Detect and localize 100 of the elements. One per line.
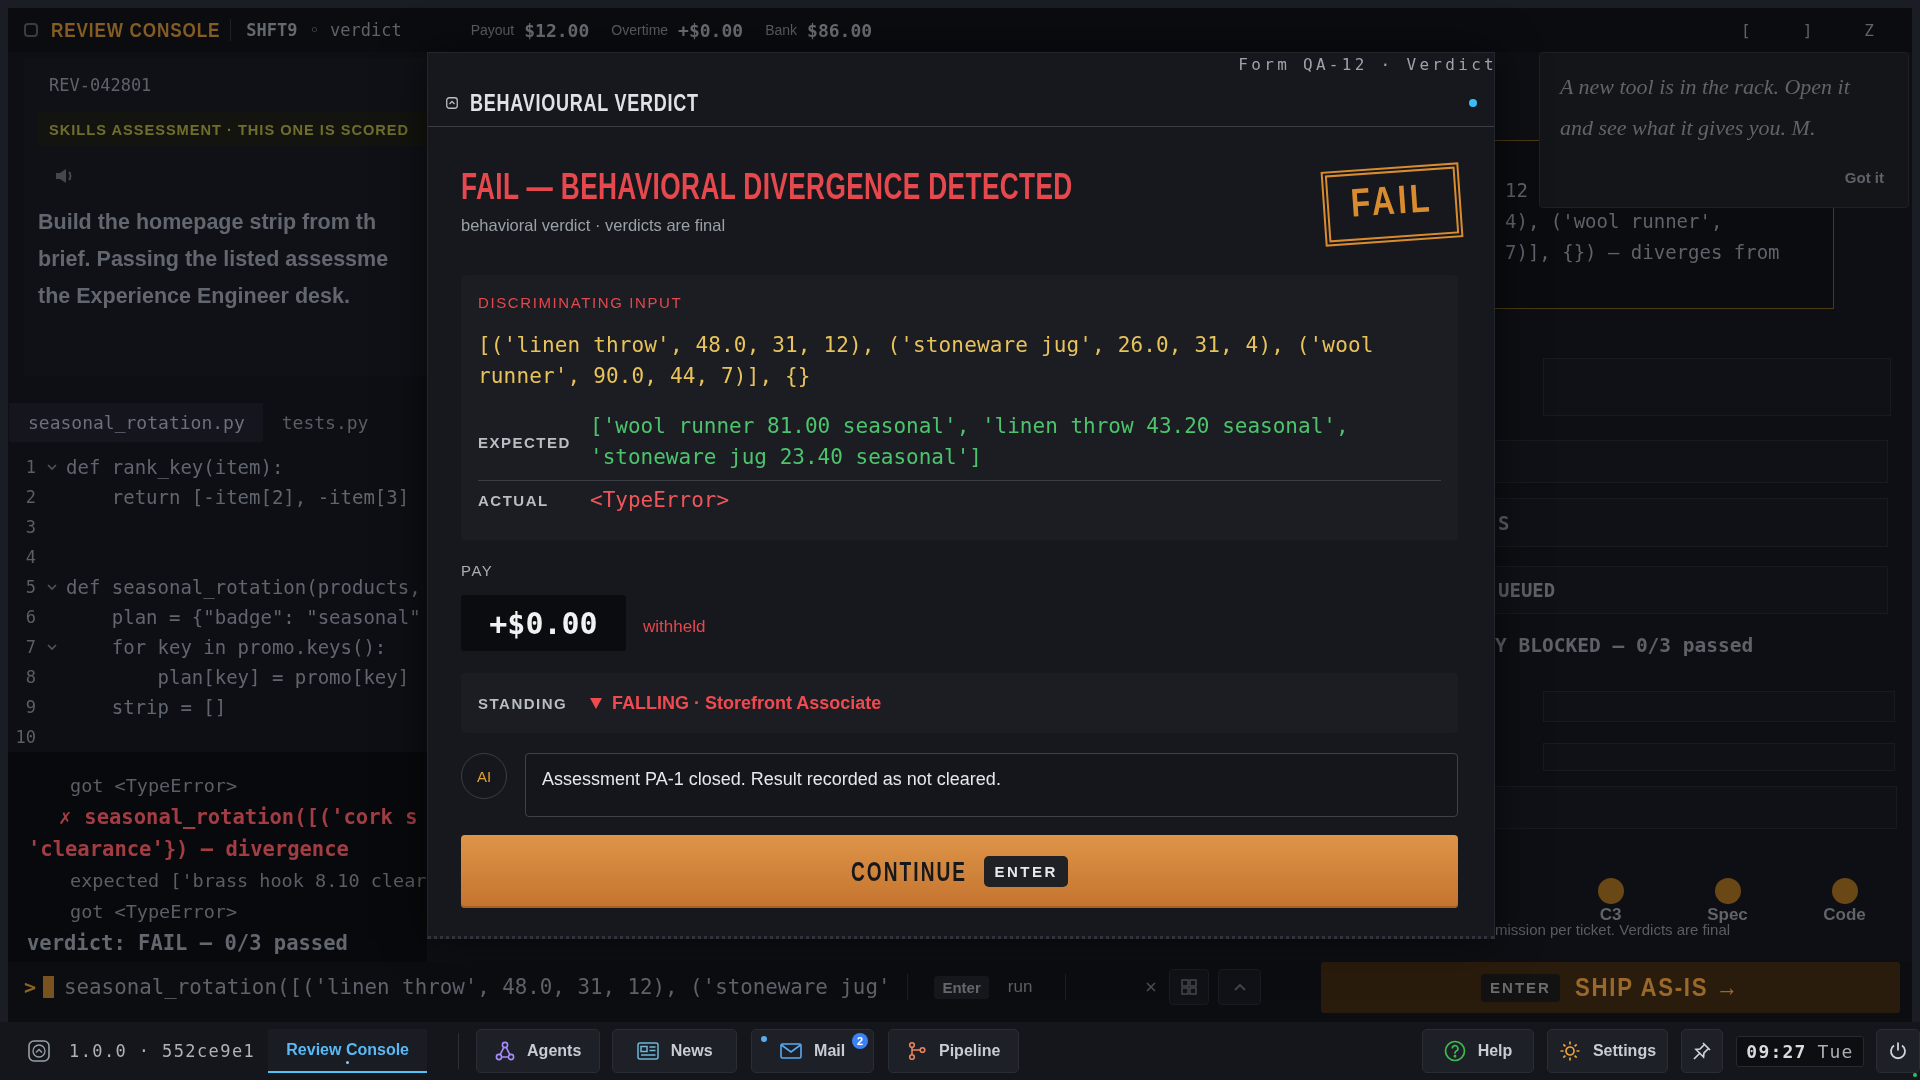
diverge-text: 4), ('wool runner', (1505, 209, 1724, 234)
status-dot-icon (1913, 1073, 1917, 1077)
row-label: STANDING (478, 694, 569, 712)
chevron-up-icon (1233, 983, 1246, 991)
settings-button[interactable]: Settings (1547, 1029, 1668, 1073)
newspaper-icon (636, 1042, 659, 1060)
ship-button[interactable]: ENTER SHIP AS-IS → (1321, 962, 1900, 1013)
code-line: strip = [] (111, 696, 227, 718)
section-label: DISCRIMINATING INPUT (478, 293, 684, 313)
step-dot-icon (1831, 878, 1858, 904)
form-label: Form QA-12 · Verdict (1238, 54, 1497, 76)
prompt-symbol: > (24, 975, 37, 999)
pipeline-button[interactable]: Pipeline (888, 1029, 1020, 1073)
console-line: got <TypeError> (70, 901, 238, 923)
shift-code: SHFT9 (246, 20, 298, 40)
cursor-block-icon (43, 976, 55, 998)
key-hint: [ (1741, 20, 1751, 40)
stat-value: $12.00 (524, 19, 590, 41)
square-chevron-icon (28, 1040, 50, 1062)
taskbar-tab[interactable]: Review Console (268, 1029, 428, 1073)
ai-avatar: AI (461, 753, 507, 799)
actual-value: <TypeError> (590, 487, 730, 514)
brief-text: Build the homepage strip from th brief. Passing the listed assessme the Experience Engineer desk. (38, 209, 390, 310)
close-icon (1146, 982, 1157, 992)
console-line: verdict: FAIL — 0/3 passed (27, 931, 348, 956)
line-number: 5 (24, 577, 36, 597)
nodes-icon (495, 1041, 516, 1061)
layout-button[interactable] (1169, 969, 1210, 1005)
field-text: UEUED (1498, 579, 1556, 601)
key-hint: ENTER (1481, 973, 1560, 1002)
envelope-icon (780, 1043, 803, 1059)
help-button[interactable]: Help (1422, 1029, 1534, 1073)
status-text: Y BLOCKED — 0/3 passed (1495, 634, 1755, 658)
row-label: ACTUAL (478, 492, 550, 509)
stat-value: +$0.00 (678, 19, 744, 41)
stat-value: $86.00 (807, 19, 873, 41)
step-dot-icon (1597, 878, 1624, 904)
ticket-id: REV-042801 (49, 75, 153, 95)
status-dot-icon (1469, 99, 1477, 107)
code-line: for key in promo.keys(): (111, 636, 387, 658)
help-icon (1443, 1040, 1466, 1062)
news-button[interactable]: News (612, 1029, 738, 1073)
step-label: Spec (1707, 905, 1748, 924)
line-number: 7 (24, 637, 36, 657)
code-line: def rank_key(item): (66, 456, 284, 478)
mail-button[interactable]: Mail 2 (751, 1029, 875, 1073)
diverge-text: 12 (1505, 178, 1529, 203)
stage-label: ◦ verdict (309, 20, 402, 40)
code-line: plan = {"badge": "seasonal" (111, 606, 421, 628)
line-number: 1 (24, 457, 36, 477)
power-icon (1888, 1041, 1908, 1061)
app-title: REVIEW CONSOLE (51, 18, 221, 42)
stat-label: Payout (470, 22, 515, 38)
line-number: 6 (24, 607, 36, 627)
code-line: plan[key] = promo[key] (157, 666, 410, 688)
banner-text: SKILLS ASSESSMENT · THIS ONE IS SCORED (49, 120, 410, 138)
key-hint: ENTER (984, 856, 1068, 887)
code-line: return [-item[2], -item[3] (111, 486, 410, 508)
file-tab[interactable]: seasonal_rotation.py (9, 403, 263, 442)
section-label: PAY (461, 561, 495, 581)
branch-icon (907, 1041, 927, 1061)
step-label: C3 (1599, 905, 1622, 924)
input-field[interactable] (1495, 786, 1897, 829)
verdict-headline: FAIL — BEHAVIORAL DIVERGENCE DETECTED (461, 165, 1073, 209)
input-field[interactable] (1495, 440, 1888, 483)
continue-button[interactable]: CONTINUE ENTER (461, 835, 1458, 908)
message-panel: Assessment PA-1 closed. Result recorded as not cleared. (525, 753, 1458, 817)
code-line: def seasonal_rotation(products, (66, 576, 421, 598)
settings-icon (1558, 1040, 1581, 1062)
fail-mark: ✗ (59, 805, 72, 830)
agents-button[interactable]: Agents (476, 1029, 601, 1073)
expected-value: ['wool runner 81.00 seasonal', 'linen throw 43.20 seasonal', 'stoneware jug 23.40 seasonal'] (590, 413, 1350, 471)
key-hint: Z (1864, 20, 1874, 40)
line-number: 4 (24, 547, 36, 567)
down-triangle-icon (590, 697, 602, 709)
clock-day: Tue (1817, 1040, 1854, 1062)
line-number: 10 (14, 727, 36, 747)
step-dot-icon (1714, 878, 1741, 904)
power-button[interactable] (1876, 1029, 1920, 1073)
pay-note: withheld (643, 617, 706, 637)
console-line: got <TypeError> (70, 775, 238, 797)
grid-icon (1181, 979, 1198, 995)
pin-button[interactable] (1681, 1029, 1723, 1073)
dot-icon (346, 1061, 350, 1064)
pin-icon (1692, 1041, 1712, 1061)
tip-text: A new tool is in the rack. Open it and see what it gives you. M. (1560, 73, 1852, 142)
square-icon (24, 23, 38, 37)
field-text: S (1498, 511, 1510, 534)
clock-time: 09:27 (1746, 1040, 1807, 1062)
row-label: EXPECTED (478, 433, 572, 451)
input-code: [('linen throw', 48.0, 31, 12), ('stoneware jug', 26.0, 31, 4), ('wool runner', 90.0, 44, 7)], {} (478, 332, 1375, 390)
verdict-subtitle: behavioral verdict · verdicts are final (461, 215, 727, 236)
unread-badge: 2 (852, 1033, 869, 1049)
stat-label: Bank (765, 22, 798, 38)
diverge-text: 7)], {}) — diverges from (1505, 240, 1781, 265)
stat-label: Overtime (611, 22, 669, 38)
line-number: 2 (24, 487, 36, 507)
expand-button[interactable] (1218, 969, 1262, 1005)
square-chevron-icon (446, 97, 458, 109)
dialog-title: BEHAVIOURAL VERDICT (470, 89, 699, 117)
